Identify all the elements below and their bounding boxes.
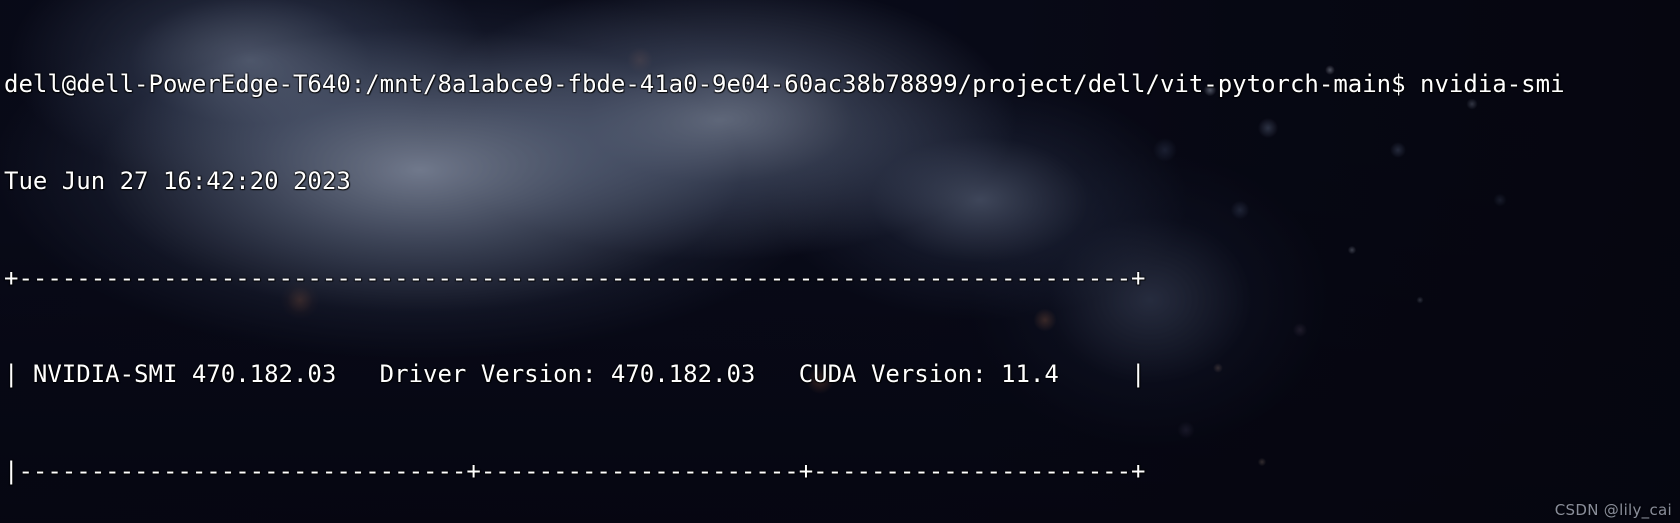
terminal-line-prompt: dell@dell-PowerEdge-T640:/mnt/8a1abce9-f… <box>4 70 1565 99</box>
csdn-watermark: CSDN @lily_cai <box>1554 501 1672 519</box>
terminal-line-timestamp: Tue Jun 27 16:42:20 2023 <box>4 167 351 195</box>
terminal-line-divider-1: |-------------------------------+-------… <box>4 456 1146 485</box>
terminal-window[interactable]: dell@dell-PowerEdge-T640:/mnt/8a1abce9-f… <box>0 0 1680 523</box>
terminal-line-smi-header: | NVIDIA-SMI 470.182.03 Driver Version: … <box>4 360 1146 389</box>
terminal-line-top-border: +---------------------------------------… <box>4 263 1146 292</box>
terminal-output[interactable]: dell@dell-PowerEdge-T640:/mnt/8a1abce9-f… <box>0 0 1680 523</box>
